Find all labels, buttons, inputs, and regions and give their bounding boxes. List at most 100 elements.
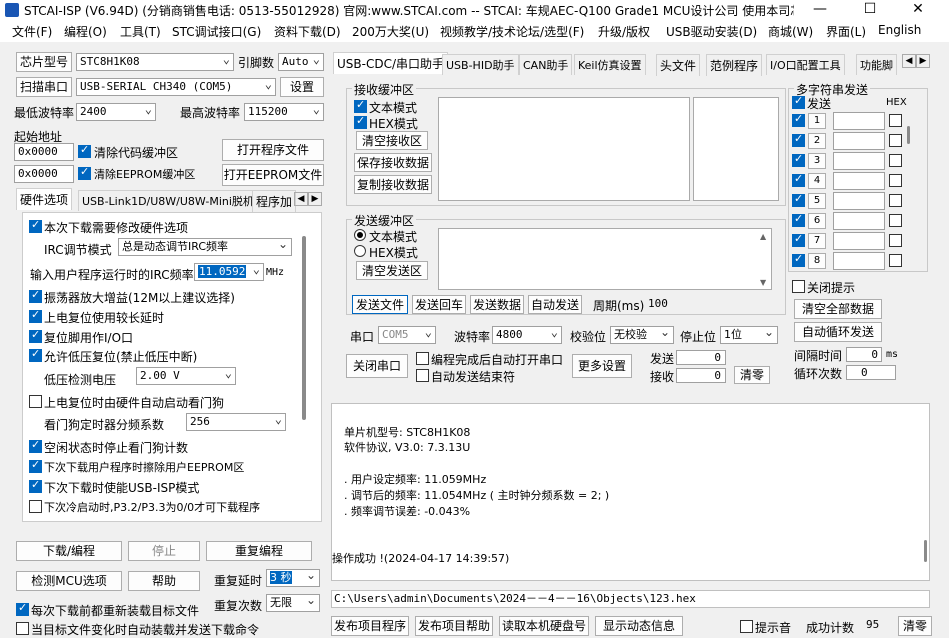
- multi-send-row-button[interactable]: 7: [808, 233, 826, 249]
- read-disk-button[interactable]: 读取本机硬盘号: [499, 616, 589, 636]
- multi-send-row-button[interactable]: 8: [808, 253, 826, 269]
- menu-prize[interactable]: 200万大奖(U): [352, 23, 429, 40]
- menu-shop[interactable]: 商城(W): [768, 23, 813, 40]
- multi-send-row-hex-checkbox[interactable]: [889, 214, 902, 227]
- multi-send-row-hex-checkbox[interactable]: [889, 174, 902, 187]
- open-program-button[interactable]: 打开程序文件: [222, 139, 324, 161]
- menu-usb-driver[interactable]: USB驱动安装(D): [666, 23, 757, 40]
- receive-hex-area[interactable]: [693, 97, 779, 201]
- interval-input[interactable]: 0: [846, 347, 882, 362]
- open-eeprom-button[interactable]: 打开EEPROM文件: [222, 164, 324, 186]
- min-baud-select[interactable]: 2400: [76, 103, 156, 121]
- maximize-icon[interactable]: ☐: [852, 0, 888, 20]
- output-log[interactable]: 单片机型号: STC8H1K08 软件协议, V3.0: 7.3.13U . 用…: [331, 403, 930, 581]
- send-scroll-up-icon[interactable]: ▲: [760, 232, 766, 241]
- tab-function-pins[interactable]: 功能脚: [856, 54, 897, 75]
- auto-loop-send-button[interactable]: 自动循环发送: [794, 322, 882, 342]
- menu-tools[interactable]: 工具(T): [120, 23, 161, 40]
- receive-text-area[interactable]: [438, 97, 690, 201]
- send-return-button[interactable]: 发送回车: [412, 295, 466, 314]
- low-voltage-reset-checkbox[interactable]: [29, 347, 42, 362]
- multi-send-row-button[interactable]: 2: [808, 133, 826, 149]
- multi-send-row-button[interactable]: 4: [808, 173, 826, 189]
- publish-program-button[interactable]: 发布项目程序: [331, 616, 409, 636]
- send-text-mode-radio[interactable]: [354, 229, 366, 241]
- reset-delay-checkbox[interactable]: [29, 308, 42, 323]
- multi-send-row-input[interactable]: [833, 252, 885, 270]
- max-baud-select[interactable]: 115200: [244, 103, 324, 121]
- port-select[interactable]: USB-SERIAL CH340 (COM5): [76, 78, 276, 96]
- multi-send-row-checkbox[interactable]: [792, 152, 805, 167]
- tab-io-config[interactable]: I/O口配置工具: [766, 54, 845, 75]
- more-settings-button[interactable]: 更多设置: [572, 354, 632, 378]
- send-data-button[interactable]: 发送数据: [470, 295, 524, 314]
- irc-freq-select[interactable]: 11.0592: [194, 263, 264, 281]
- options-scrollbar[interactable]: [302, 236, 306, 420]
- multi-send-row-input[interactable]: [833, 232, 885, 250]
- multi-send-row-hex-checkbox[interactable]: [889, 194, 902, 207]
- wdt-divider-select[interactable]: 256: [186, 413, 286, 431]
- tab-usb-hid[interactable]: USB-HID助手: [442, 54, 519, 75]
- multi-send-row-button[interactable]: 6: [808, 213, 826, 229]
- menu-english[interactable]: English: [878, 23, 921, 37]
- multi-send-row-input[interactable]: [833, 152, 885, 170]
- usb-isp-checkbox[interactable]: [29, 478, 42, 493]
- menu-file[interactable]: 文件(F): [12, 23, 52, 40]
- clear-success-button[interactable]: 清零: [898, 616, 932, 636]
- log-scrollbar[interactable]: [924, 540, 927, 562]
- multi-send-row-input[interactable]: [833, 192, 885, 210]
- clear-eeprom-checkbox[interactable]: [78, 165, 91, 180]
- repeat-count-select[interactable]: 无限: [266, 594, 320, 612]
- menu-video[interactable]: 视频教学/技术论坛/选型(F): [440, 23, 584, 40]
- tab-can[interactable]: CAN助手: [519, 54, 573, 75]
- detect-mcu-button[interactable]: 检测MCU选项: [16, 571, 122, 591]
- close-port-button[interactable]: 关闭串口: [346, 354, 408, 378]
- multi-send-row-input[interactable]: [833, 132, 885, 150]
- serial-port-select[interactable]: COM5: [378, 326, 436, 344]
- auto-end-checkbox[interactable]: [416, 369, 429, 382]
- multi-send-row-checkbox[interactable]: [792, 132, 805, 147]
- chip-model-button[interactable]: 芯片型号: [16, 52, 72, 72]
- multi-send-row-checkbox[interactable]: [792, 212, 805, 227]
- menu-program[interactable]: 编程(O): [64, 23, 107, 40]
- multi-send-row-hex-checkbox[interactable]: [889, 254, 902, 267]
- send-scroll-down-icon[interactable]: ▼: [760, 278, 766, 287]
- minimize-icon[interactable]: —: [802, 0, 838, 20]
- multi-send-row-hex-checkbox[interactable]: [889, 234, 902, 247]
- recv-text-mode-checkbox[interactable]: [354, 98, 367, 113]
- auto-open-checkbox[interactable]: [416, 352, 429, 365]
- pins-select[interactable]: Auto: [278, 53, 324, 71]
- reload-checkbox[interactable]: [16, 601, 29, 616]
- clear-counts-button[interactable]: 清零: [734, 366, 770, 384]
- multi-send-row-button[interactable]: 1: [808, 113, 826, 129]
- save-receive-button[interactable]: 保存接收数据: [354, 153, 432, 172]
- repeat-delay-select[interactable]: 3 秒: [266, 569, 320, 587]
- period-input[interactable]: 100: [646, 296, 672, 313]
- repeat-program-button[interactable]: 重复编程: [206, 541, 312, 561]
- lvd-select[interactable]: 2.00 V: [136, 367, 236, 385]
- multi-send-row-input[interactable]: [833, 212, 885, 230]
- multi-send-row-input[interactable]: [833, 112, 885, 130]
- chip-model-select[interactable]: STC8H1K08: [76, 53, 234, 71]
- dynamic-info-button[interactable]: 显示动态信息: [595, 616, 683, 636]
- menu-download[interactable]: 资料下载(D): [274, 23, 341, 40]
- baud-rate-select[interactable]: 4800: [492, 326, 562, 344]
- idle-wdt-checkbox[interactable]: [29, 438, 42, 453]
- multi-send-row-button[interactable]: 3: [808, 153, 826, 169]
- tab-usb-link[interactable]: USB-Link1D/U8W/U8W-Mini脱机: [78, 190, 258, 211]
- send-hex-mode-radio[interactable]: [354, 245, 366, 257]
- publish-help-button[interactable]: 发布项目帮助: [415, 616, 493, 636]
- osc-gain-checkbox[interactable]: [29, 288, 42, 303]
- rtab-scroll-left-icon[interactable]: ◀: [902, 54, 916, 68]
- rtab-scroll-right-icon[interactable]: ▶: [916, 54, 930, 68]
- multi-send-row-checkbox[interactable]: [792, 192, 805, 207]
- erase-eeprom-checkbox[interactable]: [29, 458, 42, 473]
- multi-send-row-checkbox[interactable]: [792, 112, 805, 127]
- clear-code-checkbox[interactable]: [78, 143, 91, 158]
- stop-button[interactable]: 停止: [128, 541, 200, 561]
- clear-receive-button[interactable]: 清空接收区: [356, 131, 428, 150]
- auto-send-checkbox[interactable]: [16, 622, 29, 635]
- tab-hardware-options[interactable]: 硬件选项: [16, 188, 73, 210]
- tab-scroll-left-icon[interactable]: ◀: [294, 192, 308, 206]
- tab-header[interactable]: 头文件: [656, 54, 701, 76]
